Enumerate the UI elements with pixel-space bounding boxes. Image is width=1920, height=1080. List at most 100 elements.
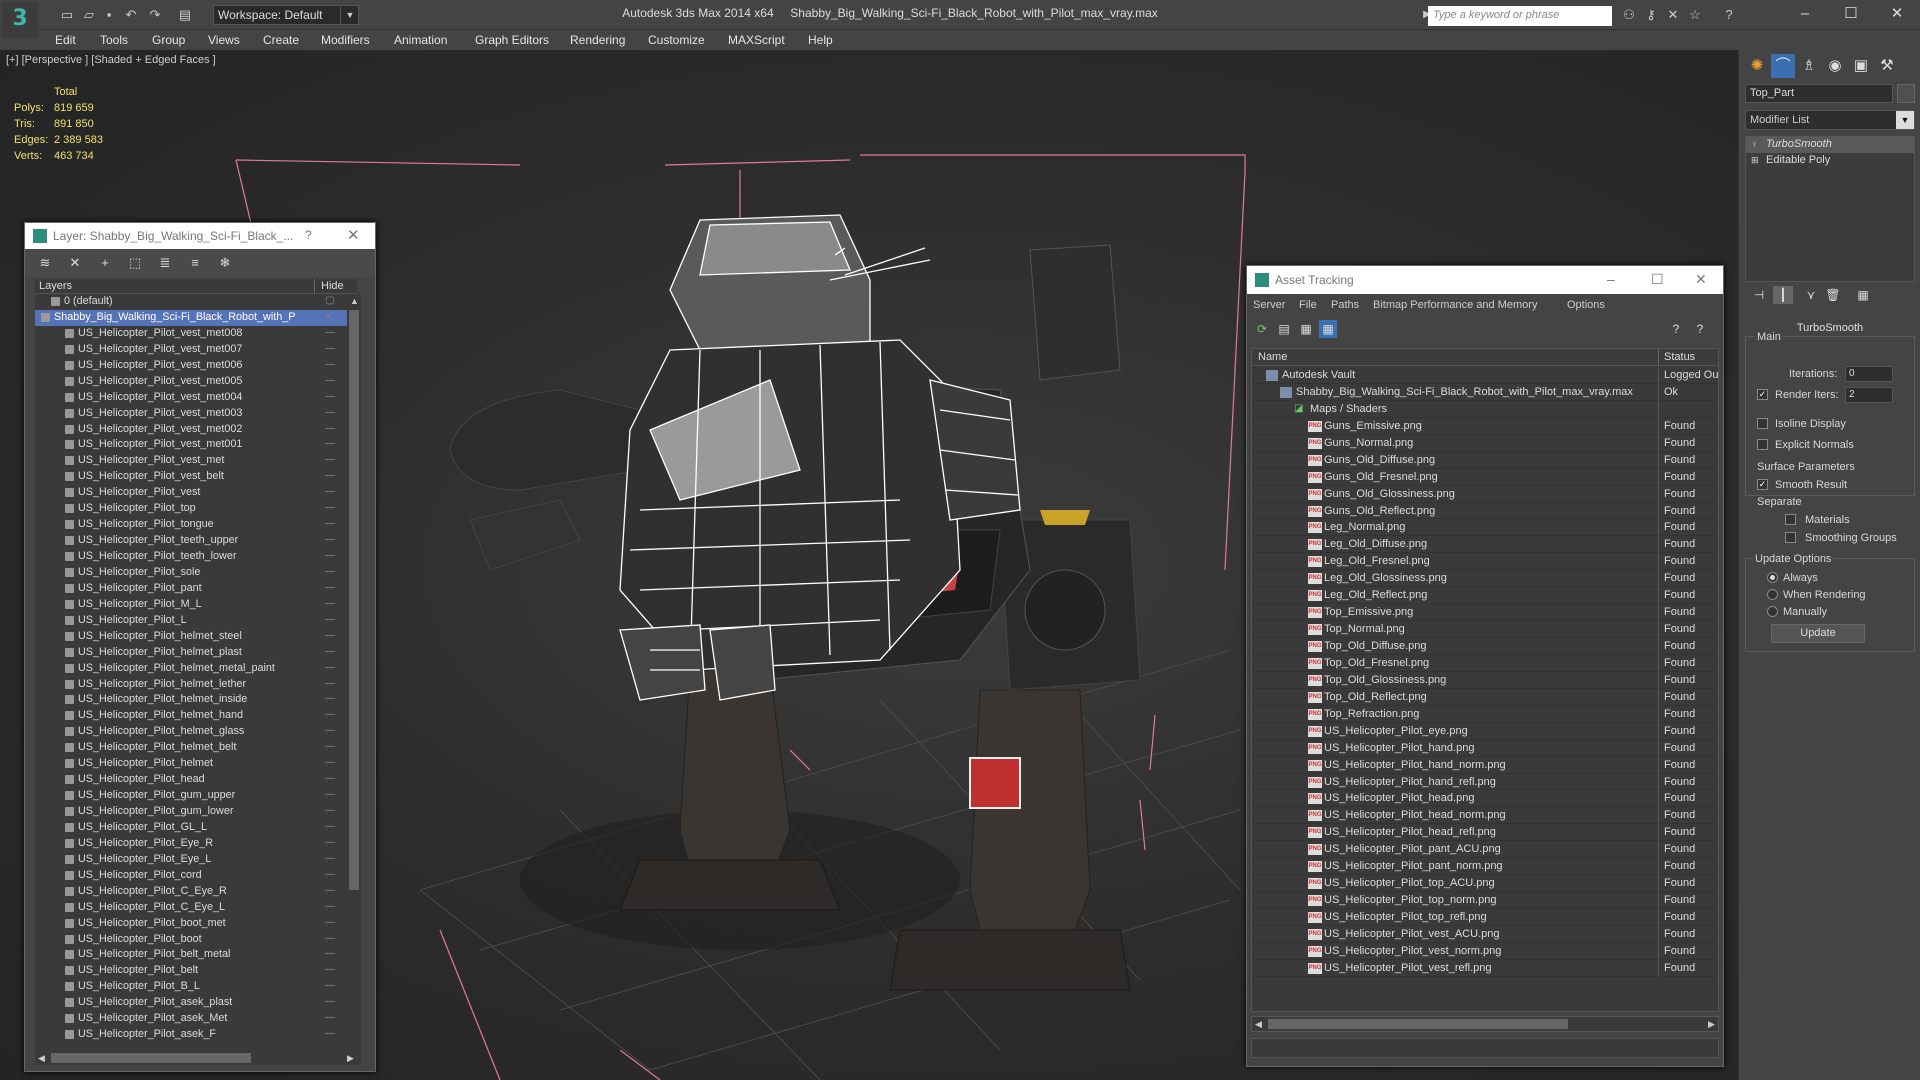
layer-row[interactable]: US_Helicopter_Pilot_vest_met —: [35, 453, 347, 469]
layer-row[interactable]: US_Helicopter_Pilot_vest_met006 —: [35, 358, 347, 374]
menu-group[interactable]: Group: [152, 33, 185, 47]
asset-row[interactable]: PNG US_Helicopter_Pilot_head.png Found: [1252, 790, 1718, 808]
hide-toggle[interactable]: —: [325, 566, 335, 577]
asset-row[interactable]: PNG Leg_Normal.png Found: [1252, 519, 1718, 537]
workspace-dropdown[interactable]: Workspace: Default: [213, 5, 359, 25]
make-unique-icon[interactable]: ⋎: [1801, 286, 1821, 304]
asset-row[interactable]: PNG Guns_Old_Fresnel.png Found: [1252, 468, 1718, 486]
hide-toggle[interactable]: —: [325, 1012, 335, 1023]
asset-row[interactable]: PNG Leg_Old_Diffuse.png Found: [1252, 536, 1718, 554]
hide-toggle[interactable]: —: [325, 534, 335, 545]
layer-row[interactable]: US_Helicopter_Pilot_GL_L —: [35, 820, 347, 836]
menu-edit[interactable]: Edit: [55, 33, 76, 47]
menu-graph-editors[interactable]: Graph Editors: [475, 33, 549, 47]
asset-tracking-titlebar[interactable]: Asset Tracking – ☐ ✕: [1247, 266, 1723, 294]
asset-path-field[interactable]: [1251, 1038, 1719, 1058]
maximize-icon[interactable]: ☐: [1651, 271, 1664, 288]
layer-list-vscrollbar[interactable]: ▲: [347, 294, 361, 1051]
asset-row[interactable]: PNG Top_Old_Fresnel.png Found: [1252, 654, 1718, 672]
asset-row[interactable]: PNG US_Helicopter_Pilot_vest_norm.png Foun…: [1252, 942, 1718, 960]
exchange-icon[interactable]: ✕: [1664, 6, 1682, 24]
layer-row[interactable]: US_Helicopter_Pilot_helmet —: [35, 756, 347, 772]
asset-row[interactable]: PNG Top_Old_Glossiness.png Found: [1252, 671, 1718, 689]
menu-views[interactable]: Views: [208, 33, 240, 47]
layer-row[interactable]: US_Helicopter_Pilot_asek_plast —: [35, 995, 347, 1011]
asset-row[interactable]: PNG US_Helicopter_Pilot_hand.png Found: [1252, 739, 1718, 757]
hide-toggle[interactable]: —: [325, 996, 335, 1007]
asset-row[interactable]: PNG Top_Normal.png Found: [1252, 621, 1718, 639]
asset-row[interactable]: PNG Guns_Old_Reflect.png Found: [1252, 502, 1718, 520]
smoothing-groups-checkbox[interactable]: [1785, 532, 1796, 543]
hide-toggle[interactable]: —: [325, 1028, 335, 1039]
layer-row[interactable]: US_Helicopter_Pilot_vest_met002 —: [35, 422, 347, 438]
menu-tools[interactable]: Tools: [100, 33, 128, 47]
menu-rendering[interactable]: Rendering: [570, 33, 625, 47]
asset-row[interactable]: PNG Top_Old_Diffuse.png Found: [1252, 638, 1718, 655]
layers-column-header[interactable]: Layers: [39, 280, 72, 292]
modify-tab-icon[interactable]: ⌒: [1771, 54, 1795, 78]
column-divider[interactable]: [314, 279, 315, 294]
layer-row[interactable]: US_Helicopter_Pilot_vest_met004 —: [35, 390, 347, 406]
delete-layer-icon[interactable]: ✕: [65, 254, 85, 272]
asset-row[interactable]: PNG US_Helicopter_Pilot_top_refl.png Found: [1252, 909, 1718, 926]
hide-toggle[interactable]: —: [325, 614, 335, 625]
hide-toggle[interactable]: —: [325, 359, 335, 370]
layer-row[interactable]: US_Helicopter_Pilot_helmet_steel —: [35, 629, 347, 645]
layer-row[interactable]: US_Helicopter_Pilot_head —: [35, 772, 347, 788]
hide-toggle[interactable]: —: [325, 598, 335, 609]
search-input[interactable]: Type a keyword or phrase: [1428, 6, 1612, 26]
layer-row[interactable]: US_Helicopter_Pilot_helmet_plast —: [35, 645, 347, 661]
layer-row[interactable]: US_Helicopter_Pilot_tongue —: [35, 517, 347, 533]
binoculars-icon[interactable]: ⚇: [1620, 6, 1638, 24]
layer-dialog-titlebar[interactable]: Layer: Shabby_Big_Walking_Sci-Fi_Black_.…: [25, 223, 375, 249]
asset-row[interactable]: PNG Guns_Normal.png Found: [1252, 434, 1718, 452]
asset-menu-server[interactable]: Server: [1253, 299, 1285, 311]
menu-customize[interactable]: Customize: [648, 33, 705, 47]
hide-toggle[interactable]: —: [325, 869, 335, 880]
hide-toggle[interactable]: —: [325, 678, 335, 689]
asset-row[interactable]: PNG US_Helicopter_Pilot_hand_norm.png Foun…: [1252, 756, 1718, 774]
asset-row[interactable]: PNG US_Helicopter_Pilot_top_ACU.png Found: [1252, 875, 1718, 893]
minimize-icon[interactable]: –: [1607, 271, 1615, 287]
chevron-down-icon[interactable]: ▼: [1896, 111, 1914, 129]
update-button[interactable]: Update: [1771, 624, 1865, 643]
isoline-display-checkbox[interactable]: [1757, 418, 1768, 429]
hide-toggle[interactable]: —: [325, 789, 335, 800]
menu-help[interactable]: Help: [808, 33, 833, 47]
close-icon[interactable]: ✕: [1695, 271, 1707, 288]
thumbnail-view-icon[interactable]: ▦: [1297, 320, 1315, 338]
hide-toggle[interactable]: —: [325, 630, 335, 641]
help-contents-icon[interactable]: ?: [1691, 320, 1709, 338]
asset-row[interactable]: PNG Top_Refraction.png Found: [1252, 705, 1718, 723]
hide-toggle[interactable]: —: [325, 853, 335, 864]
hide-toggle[interactable]: —: [325, 725, 335, 736]
asset-row[interactable]: PNG Guns_Emissive.png Found: [1252, 417, 1718, 435]
menu-modifiers[interactable]: Modifiers: [321, 33, 370, 47]
asset-row[interactable]: PNG Top_Old_Reflect.png Found: [1252, 688, 1718, 706]
hide-toggle[interactable]: —: [325, 821, 335, 832]
close-icon[interactable]: ✕: [1874, 2, 1920, 26]
chevron-down-icon[interactable]: ▼: [340, 5, 359, 25]
layer-row[interactable]: US_Helicopter_Pilot_C_Eye_L —: [35, 900, 347, 916]
layer-row[interactable]: US_Helicopter_Pilot_belt —: [35, 963, 347, 979]
asset-row[interactable]: PNG US_Helicopter_Pilot_head_refl.png Foun…: [1252, 824, 1718, 842]
object-name-field[interactable]: Top_Part: [1745, 84, 1893, 103]
hide-column-header[interactable]: Hide: [321, 280, 344, 292]
asset-row[interactable]: PNG US_Helicopter_Pilot_eye.png Found: [1252, 722, 1718, 740]
hide-toggle[interactable]: —: [325, 550, 335, 561]
layer-row[interactable]: US_Helicopter_Pilot_helmet_lether —: [35, 677, 347, 693]
expand-plus-icon[interactable]: ⊞: [1751, 155, 1759, 166]
materials-checkbox[interactable]: [1785, 514, 1796, 525]
layer-row[interactable]: US_Helicopter_Pilot_boot_met —: [35, 916, 347, 932]
layer-row[interactable]: US_Helicopter_Pilot_sole —: [35, 565, 347, 581]
select-objects-icon[interactable]: ⬚: [125, 254, 145, 272]
hide-toggle[interactable]: —: [325, 662, 335, 673]
asset-menu-options[interactable]: Options: [1567, 299, 1605, 311]
project-folder-icon[interactable]: ▤: [176, 6, 194, 24]
freeze-all-icon[interactable]: ❄: [215, 254, 235, 272]
hide-toggle[interactable]: —: [325, 438, 335, 449]
render-iters-spinner[interactable]: 2: [1845, 387, 1893, 403]
menu-create[interactable]: Create: [263, 33, 299, 47]
lightbulb-icon[interactable]: ♀: [1751, 139, 1758, 149]
hide-toggle[interactable]: —: [325, 502, 335, 513]
